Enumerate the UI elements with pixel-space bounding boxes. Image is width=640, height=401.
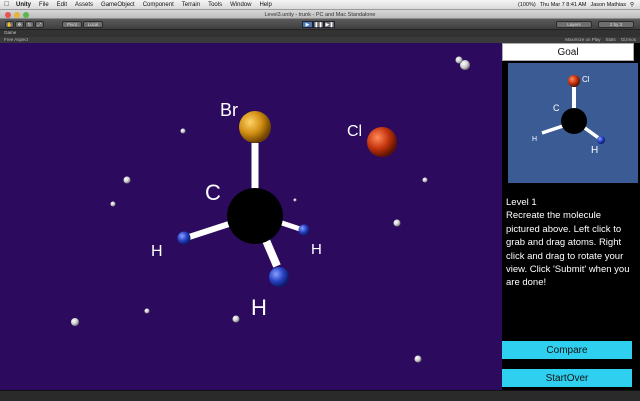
carbon-atom[interactable]	[227, 188, 283, 244]
particle	[293, 198, 297, 202]
local-toggle[interactable]: Local	[83, 21, 103, 28]
label-bromine: Br	[220, 100, 238, 120]
battery-status[interactable]: (100%)	[518, 2, 536, 8]
window-title-bar: Level3.unity - trunk - PC and Mac Standa…	[0, 10, 640, 19]
label-hydrogen-bottom: H	[251, 295, 267, 320]
scale-tool-icon[interactable]: ⤢	[35, 21, 44, 28]
game-tab-bar: Game	[0, 30, 640, 37]
hydrogen-atom-right[interactable]	[298, 224, 310, 236]
bromine-atom[interactable]	[239, 111, 271, 143]
particle	[414, 355, 422, 363]
level-title: Level 1	[506, 197, 537, 208]
particle	[123, 176, 131, 184]
menu-help[interactable]: Help	[255, 2, 275, 8]
particle	[180, 128, 186, 134]
goal-label-carbon: C	[553, 103, 560, 113]
hydrogen-atom-bottom[interactable]	[269, 267, 289, 287]
instructions-panel: Level 1 Recreate the molecule pictured a…	[506, 196, 636, 290]
particle	[144, 308, 150, 314]
user-name[interactable]: Jason Mathias	[591, 2, 626, 8]
editor-toolbar: ✋ ✥ ↻ ⤢ Pivot Local ▶ ❚❚ ▶❚ Layers 2 by …	[0, 19, 640, 30]
window-title: Level3.unity - trunk - PC and Mac Standa…	[264, 11, 376, 18]
game-viewport[interactable]: Br Cl C H H H	[0, 43, 502, 390]
goal-button[interactable]: Goal	[502, 43, 634, 61]
compare-button[interactable]: Compare	[502, 341, 632, 359]
spotlight-search-icon[interactable]: ⚲	[630, 2, 634, 8]
menu-window[interactable]: Window	[226, 2, 255, 8]
goal-label-hydrogen-right: H	[591, 145, 599, 156]
menu-bar:  Unity File Edit Assets GameObject Comp…	[0, 0, 640, 10]
layers-dropdown[interactable]: Layers	[556, 21, 592, 28]
particle	[110, 201, 116, 207]
instructions-text: Recreate the molecule pictured above. Le…	[506, 210, 630, 289]
hand-tool-icon[interactable]: ✋	[5, 21, 14, 28]
startover-button[interactable]: StartOver	[502, 369, 632, 387]
game-view-toggles: Maximize on Play Stats Gizmos	[565, 37, 636, 42]
goal-molecule	[541, 75, 605, 144]
particle	[455, 56, 463, 64]
goal-hydrogen-atom	[597, 136, 605, 144]
particle	[422, 177, 428, 183]
step-icon[interactable]: ▶❚	[324, 21, 335, 28]
particle	[71, 318, 79, 326]
goal-chlorine-atom	[568, 75, 580, 87]
label-carbon: C	[205, 180, 221, 205]
apple-icon[interactable]: 	[4, 1, 12, 8]
play-icon[interactable]: ▶	[302, 21, 313, 28]
gizmos-toggle[interactable]: Gizmos	[621, 37, 636, 42]
bond-c-h-left	[185, 220, 233, 241]
label-hydrogen-right: H	[311, 241, 322, 258]
label-hydrogen-left: H	[151, 243, 163, 260]
particle	[232, 315, 240, 323]
rotate-tool-icon[interactable]: ↻	[25, 21, 34, 28]
stats-toggle[interactable]: Stats	[605, 37, 615, 42]
menu-extras: (100%) Thu Mar 7 8:41 AM Jason Mathias ⚲	[518, 2, 640, 8]
goal-label-chlorine: Cl	[582, 75, 590, 84]
status-bar	[0, 390, 640, 401]
goal-label-hydrogen-left: H	[532, 136, 538, 143]
menu-component[interactable]: Component	[139, 2, 178, 8]
aspect-dropdown[interactable]: Free Aspect	[4, 37, 28, 42]
menu-app-name[interactable]: Unity	[12, 2, 35, 8]
move-tool-icon[interactable]: ✥	[15, 21, 24, 28]
clock[interactable]: Thu Mar 7 8:41 AM	[540, 2, 587, 8]
play-controls: ▶ ❚❚ ▶❚	[302, 21, 335, 28]
layout-dropdown[interactable]: 2 by 3	[598, 21, 634, 28]
label-chlorine: Cl	[347, 123, 363, 140]
menu-terrain[interactable]: Terrain	[178, 2, 204, 8]
pivot-toggle[interactable]: Pivot	[62, 21, 82, 28]
menu-edit[interactable]: Edit	[53, 2, 71, 8]
hydrogen-atom-left[interactable]	[177, 231, 191, 245]
particle	[393, 219, 401, 227]
pause-icon[interactable]: ❚❚	[313, 21, 324, 28]
menu-tools[interactable]: Tools	[204, 2, 226, 8]
goal-carbon-atom	[561, 108, 587, 134]
side-panel: Goal Cl C H H Level 1 Recreate the molec…	[502, 43, 640, 390]
menu-gameobject[interactable]: GameObject	[97, 2, 139, 8]
chlorine-atom[interactable]	[367, 127, 397, 157]
maximize-on-play-toggle[interactable]: Maximize on Play	[565, 37, 600, 42]
tab-game[interactable]: Game	[4, 30, 16, 35]
molecule-scene	[71, 56, 470, 363]
goal-preview: Cl C H H	[508, 63, 638, 183]
menu-assets[interactable]: Assets	[71, 2, 97, 8]
menu-file[interactable]: File	[35, 2, 53, 8]
